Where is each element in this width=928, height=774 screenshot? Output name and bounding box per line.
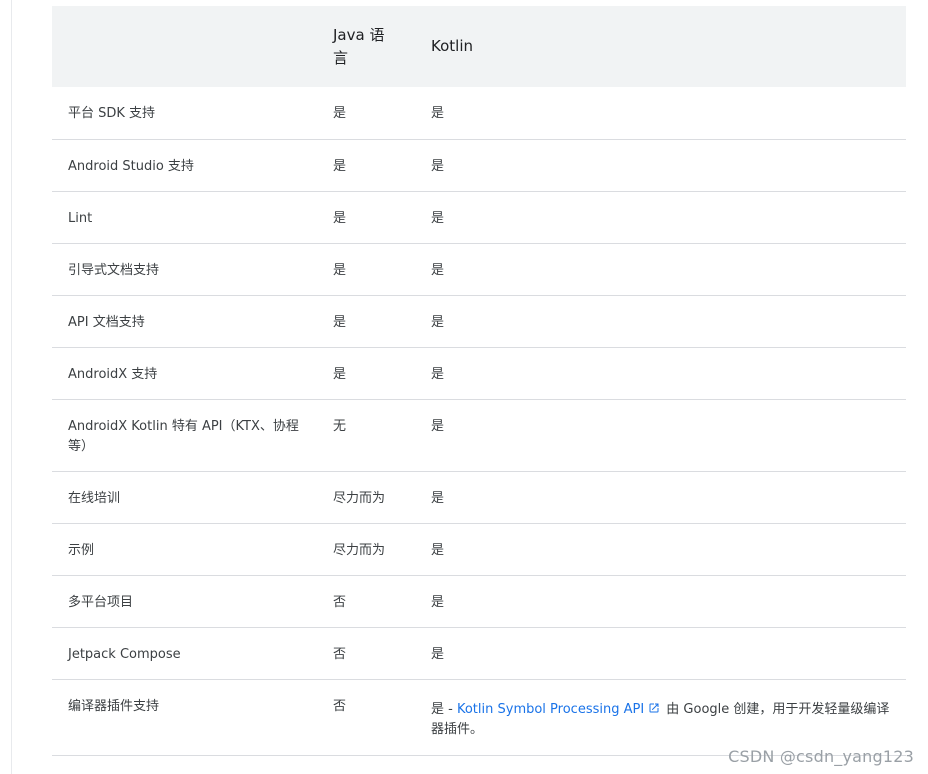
header-feature (52, 6, 317, 87)
java-cell: 否 (333, 594, 347, 610)
java-cell: 是 (333, 158, 347, 174)
kotlin-cell: 是 (431, 314, 445, 330)
java-cell: 是 (333, 262, 347, 278)
table-row: Android Studio 支持 是 是 (52, 139, 906, 191)
table-row: 在线培训 尽力而为 是 (52, 471, 906, 523)
kotlin-prefix: 是 - (431, 701, 457, 717)
kotlin-cell: 是 (431, 262, 445, 278)
java-cell: 尽力而为 (333, 542, 386, 558)
table-row: AndroidX Kotlin 特有 API（KTX、协程等） 无 是 (52, 399, 906, 471)
feature-cell: 多平台项目 (68, 594, 134, 610)
table-row: 多平台项目 否 是 (52, 575, 906, 627)
java-cell: 否 (333, 646, 347, 662)
java-cell: 是 (333, 366, 347, 382)
kotlin-cell: 是 (431, 210, 445, 226)
table-row: 平台 SDK 支持 是 是 (52, 87, 906, 139)
feature-cell: 引导式文档支持 (68, 262, 160, 278)
header-java: Java 语言 (317, 6, 415, 87)
left-border (11, 0, 12, 774)
kotlin-cell: 是 (431, 418, 445, 434)
feature-cell: Android Studio 支持 (68, 158, 194, 174)
java-cell: 尽力而为 (333, 490, 386, 506)
feature-cell: 在线培训 (68, 490, 121, 506)
java-cell: 无 (333, 418, 347, 434)
feature-cell: API 文档支持 (68, 314, 145, 330)
watermark: CSDN @csdn_yang123 (728, 747, 914, 766)
feature-cell: 编译器插件支持 (68, 698, 160, 714)
table-row: Lint 是 是 (52, 191, 906, 243)
table-row: API 文档支持 是 是 (52, 295, 906, 347)
java-cell: 是 (333, 106, 347, 121)
table-row: 示例 尽力而为 是 (52, 523, 906, 575)
kotlin-cell: 是 (431, 366, 445, 382)
java-cell: 是 (333, 314, 347, 330)
feature-cell: AndroidX Kotlin 特有 API（KTX、协程等） (68, 418, 299, 454)
kotlin-cell: 是 (431, 106, 445, 121)
ksp-link[interactable]: Kotlin Symbol Processing API (457, 702, 644, 717)
kotlin-cell: 是 (431, 594, 445, 610)
table-row: 引导式文档支持 是 是 (52, 243, 906, 295)
language-comparison-table: Java 语言 Kotlin 平台 SDK 支持 是 是 Android Stu… (52, 6, 906, 756)
header-kotlin: Kotlin (431, 37, 473, 55)
feature-cell: 示例 (68, 542, 95, 558)
feature-cell: AndroidX 支持 (68, 366, 158, 382)
header-java-label: Java 语言 (333, 25, 385, 67)
table-header-row: Java 语言 Kotlin (52, 6, 906, 87)
kotlin-cell: 是 (431, 158, 445, 174)
table-row: AndroidX 支持 是 是 (52, 347, 906, 399)
kotlin-cell: 是 (431, 646, 445, 662)
feature-cell: Lint (68, 210, 93, 226)
table-row: Jetpack Compose 否 是 (52, 627, 906, 679)
external-link-icon[interactable] (648, 702, 660, 714)
feature-cell: 平台 SDK 支持 (68, 106, 156, 121)
java-cell: 是 (333, 210, 347, 226)
kotlin-cell: 是 - Kotlin Symbol Processing API 由 Googl… (415, 679, 906, 755)
java-cell: 否 (333, 698, 347, 714)
feature-cell: Jetpack Compose (68, 646, 181, 662)
table-row: 编译器插件支持 否 是 - Kotlin Symbol Processing A… (52, 679, 906, 755)
page: Java 语言 Kotlin 平台 SDK 支持 是 是 Android Stu… (0, 0, 928, 774)
kotlin-cell: 是 (431, 542, 445, 558)
kotlin-cell: 是 (431, 490, 445, 506)
